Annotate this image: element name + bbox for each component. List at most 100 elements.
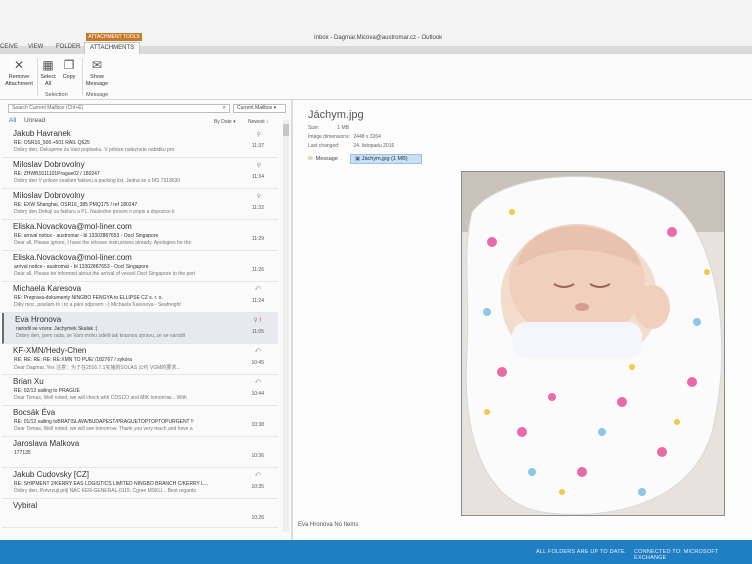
message-sender: Miloslav Dobrovolny: [13, 191, 85, 200]
message-sender: Jakub Cudovsky [CZ]: [13, 470, 90, 479]
message-sender: KF-XMN/Hedy-Chen: [13, 346, 87, 355]
message-preview: Dobry den, Dekujeme za Vasi poptavku. V …: [14, 147, 175, 153]
list-item[interactable]: Miloslav Dobrovolny ⚲ RE: EXW Shanghai, …: [2, 189, 278, 220]
copy-button[interactable]: ❐ Copy: [60, 58, 78, 81]
message-list-scrollbar[interactable]: [283, 120, 289, 532]
list-item[interactable]: Jaroslava Malkova 177135 10:36: [2, 437, 278, 468]
message-subject: RE: SHIPMENT 2/KERRY EAS LOGISTICS LIMIT…: [14, 481, 209, 487]
message-sender: Eliska.Novackova@mol-liner.com: [13, 222, 132, 231]
mailbox-scope-value: Current Mailbox: [237, 105, 273, 111]
message-subject: 177135: [14, 450, 31, 456]
scrollbar-thumb[interactable]: [283, 124, 289, 136]
message-preview: Diky moc, posilam to i to a pani odpovim…: [14, 302, 181, 308]
close-icon: ✕: [13, 58, 25, 72]
paperclip-icon: ⚲: [256, 163, 261, 169]
size-label: Size:: [308, 125, 320, 131]
reading-pane: Jáchym.jpg Size: 1 MB Image dimensions: …: [293, 100, 752, 540]
message-sender: Miloslav Dobrovolny: [13, 160, 85, 169]
sort-by-dropdown[interactable]: By Date ▾: [214, 119, 236, 125]
paperclip-icon: ⚲: [256, 194, 261, 200]
filter-all[interactable]: All: [9, 117, 16, 124]
message-subject: RE: Preprava-dokumenty NINGBO FENGYA to …: [14, 295, 163, 301]
show-message-button[interactable]: ✉ Show Message: [84, 58, 110, 88]
reply-icon: ⤺: [254, 472, 261, 478]
list-item[interactable]: KF-XMN/Hedy-Chen ⤺ RE: RE: RE: RE: RE:XM…: [2, 344, 278, 375]
message-time: 10:26: [251, 515, 264, 521]
list-item[interactable]: Brian Xu ⤺ RE: 02/12 sailing to PRAGUE D…: [2, 375, 278, 406]
attachment-image-preview: [461, 171, 725, 516]
attachment-changed: Last changed: 24. listopadu 2016: [308, 143, 394, 149]
tab-receive[interactable]: CEIVE: [0, 44, 18, 50]
message-subject: RE: ZHWB1611101Prague02 / 180247: [14, 171, 100, 177]
message-subject: arrival notice - austromar - bl 13302887…: [14, 264, 149, 270]
attachment-title: Jáchym.jpg: [308, 109, 364, 121]
message-preview: Dobry den V priloze zasilam fakturu a pa…: [14, 178, 181, 184]
list-item[interactable]: Bocsák Éva RE: 01/12 sailing toBRATISLAV…: [2, 406, 278, 437]
list-item-selected[interactable]: Eva Hronova ⚲ ! narodil se vcera: Jachym…: [2, 313, 278, 344]
tab-folder[interactable]: FOLDER: [56, 44, 80, 50]
selection-group-label: Selection: [45, 92, 68, 98]
connection-status: CONNECTED TO: MICROSOFT EXCHANGE: [634, 549, 719, 561]
back-to-message-button[interactable]: ✉ Message: [308, 156, 338, 162]
size-value: 1 MB: [337, 125, 350, 131]
message-preview: Dear all, Please ignore, I have the rele…: [14, 240, 192, 246]
dims-label: Image dimensions:: [308, 134, 350, 140]
message-preview: Dobry den Dekuji za fakturu a PL. Nasled…: [14, 209, 175, 215]
paperclip-icon: ⚲: [256, 132, 261, 138]
list-item[interactable]: Michaela Karesova ⤺ RE: Preprava-dokumen…: [2, 282, 278, 313]
list-item[interactable]: Miloslav Dobrovolny ⚲ RE: ZHWB1611101Pra…: [2, 158, 278, 189]
message-sender: Brian Xu: [13, 377, 44, 386]
reply-icon: ⤺: [254, 286, 261, 292]
message-time: 11:32: [251, 205, 264, 211]
message-sender: Michaela Karesova: [13, 284, 82, 293]
list-item[interactable]: Vybiral 10:26: [2, 499, 278, 528]
select-all-button[interactable]: ▦ Select All: [38, 58, 58, 88]
image-file-icon: ▣: [355, 156, 361, 162]
message-subject: RE: arrival notice - austromar - bl 1330…: [14, 233, 159, 239]
envelope-icon: ✉: [91, 58, 103, 72]
message-sender: Vybiral: [13, 501, 38, 510]
copy-label: Copy: [62, 74, 76, 80]
sort-order-toggle[interactable]: Newest ↓: [248, 119, 269, 125]
message-subject: RE: RE: RE: RE: RE:XMN TO PUE/ /182767 /…: [14, 357, 132, 363]
copy-icon: ❐: [63, 58, 75, 72]
remove-attachment-button[interactable]: ✕ Remove Attachment: [2, 58, 36, 88]
attachment-size: Size: 1 MB: [308, 125, 349, 131]
filter-unread[interactable]: Unread: [24, 117, 45, 124]
message-sender: Eliska.Novackova@mol-liner.com: [13, 253, 132, 262]
ribbon: ✕ Remove Attachment ▦ Select All ❐ Copy …: [0, 54, 752, 100]
search-icon[interactable]: ⌕: [223, 105, 226, 112]
envelope-icon: ✉: [308, 156, 313, 162]
sort-by-label: By Date: [214, 119, 232, 125]
message-subject: RE: OSR16_500 +501 RAIL Q625: [14, 140, 90, 146]
message-preview: Dear Dagmar, Yes 注意：为了在2016.7.1实施的SOLAS …: [14, 365, 181, 371]
message-sender: Jaroslava Malkova: [13, 439, 80, 448]
mailbox-scope-dropdown[interactable]: Current Mailbox ▾: [233, 104, 286, 113]
paperclip-flag-icon: ⚲ !: [253, 318, 261, 324]
attachment-chip[interactable]: ▣ Jáchym.jpg (1 MB): [350, 154, 422, 164]
list-item[interactable]: Jakub Cudovsky [CZ] ⤺ RE: SHIPMENT 2/KER…: [2, 468, 278, 499]
select-all-label: Select All: [40, 74, 56, 87]
message-subject: RE: EXW Shanghai, OSR16_385 PMQ175 / ref…: [14, 202, 138, 208]
message-preview: Dobry den, jsem rada, ze Vam mohu zdelit…: [16, 333, 185, 339]
list-item[interactable]: Eliska.Novackova@mol-liner.com arrival n…: [2, 251, 278, 282]
search-input[interactable]: Search Current Mailbox (Ctrl+E) ⌕: [8, 104, 230, 113]
message-time: 11:29: [251, 236, 264, 242]
ribbon-divider: [82, 58, 83, 96]
attachment-dimensions: Image dimensions: 2448 x 3264: [308, 134, 381, 140]
list-item[interactable]: Eliska.Novackova@mol-liner.com RE: arriv…: [2, 220, 278, 251]
message-time: 11:05: [251, 329, 264, 335]
message-preview: Dear Tomas, Well noted, we will check wi…: [14, 395, 187, 401]
tab-attachments[interactable]: ATTACHMENTS: [84, 42, 141, 54]
sync-status: ALL FOLDERS ARE UP TO DATE.: [536, 549, 627, 555]
message-subject: RE: 02/12 sailing to PRAGUE: [14, 388, 80, 394]
message-preview: Dear all, Please be informed about the a…: [14, 271, 196, 277]
message-preview: Dear Tomas, Well noted, we will see tomo…: [14, 426, 193, 432]
tab-view[interactable]: VIEW: [28, 44, 43, 50]
message-time: 11:26: [251, 267, 264, 273]
message-time: 10:36: [251, 453, 264, 459]
ribbon-tabs: CEIVE VIEW FOLDER ATTACHMENTS: [0, 42, 752, 54]
changed-value: 24. listopadu 2016: [353, 143, 395, 149]
list-item[interactable]: Jakub Havranek ⚲ RE: OSR16_500 +501 RAIL…: [2, 127, 278, 158]
sender-line: Eva Hronova No Items: [298, 522, 359, 528]
